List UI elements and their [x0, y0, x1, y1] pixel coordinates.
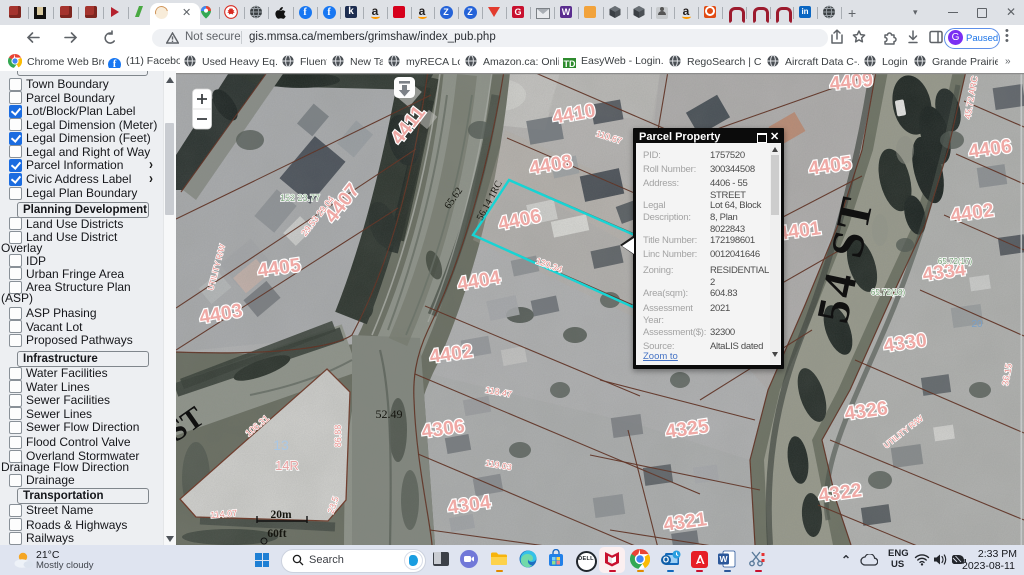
- svg-text:14R: 14R: [275, 458, 299, 473]
- svg-text:13: 13: [273, 437, 289, 453]
- svg-text:152 23.77: 152 23.77: [280, 193, 320, 203]
- svg-text:86.88: 86.88: [333, 425, 343, 448]
- svg-text:52.49: 52.49: [376, 407, 403, 421]
- svg-text:65.72(18): 65.72(18): [871, 288, 906, 297]
- svg-text:W: W: [719, 554, 728, 564]
- svg-text:20: 20: [971, 319, 983, 330]
- svg-text:65.72(17): 65.72(17): [938, 257, 973, 266]
- svg-text:O: O: [663, 556, 669, 565]
- svg-text:60ft: 60ft: [267, 528, 286, 540]
- svg-text:20m: 20m: [270, 509, 292, 521]
